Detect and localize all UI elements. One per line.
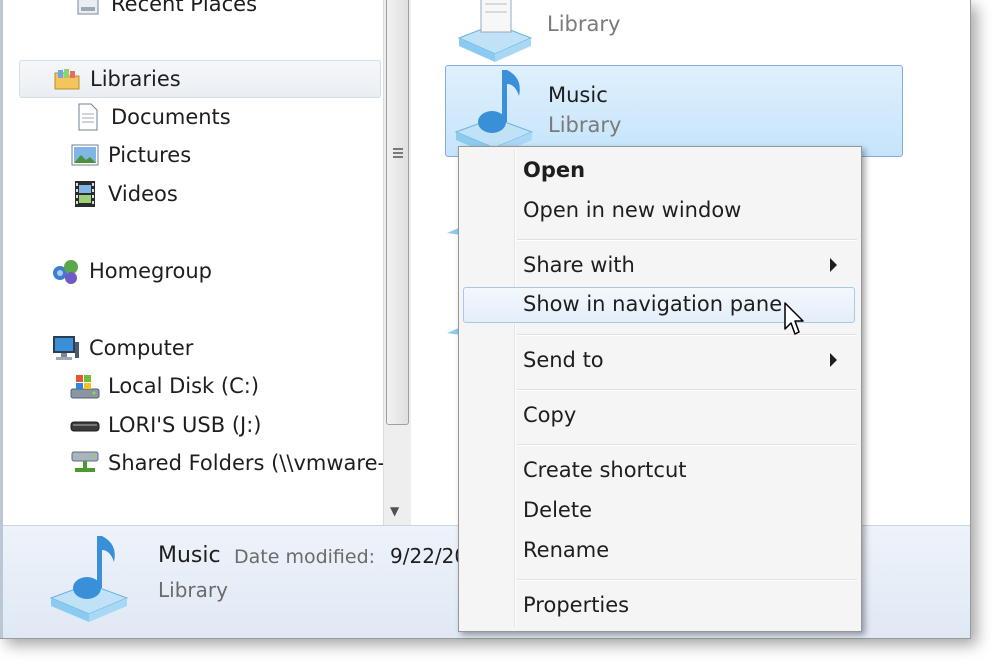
nav-item-computer[interactable]: Computer [51, 330, 193, 366]
menu-label-open: Open [523, 158, 586, 182]
recent-places-icon [73, 0, 103, 19]
details-date-label: Date modified: [234, 546, 376, 568]
network-drive-icon [70, 448, 100, 478]
details-item-type: Library [158, 578, 228, 602]
nav-item-shared-folders[interactable]: Shared Folders (\\vmware-h [70, 445, 383, 481]
nav-item-videos[interactable]: Videos [70, 176, 178, 212]
menu-item-open-new-window[interactable]: Open in new window [463, 193, 855, 227]
menu-label-share-with: Share with [523, 253, 635, 277]
nav-label-homegroup: Homegroup [89, 259, 213, 283]
menu-separator [517, 444, 857, 446]
menu-item-copy[interactable]: Copy [463, 398, 855, 432]
homegroup-icon [51, 256, 81, 286]
scroll-down-arrow-icon[interactable]: ▼ [390, 504, 399, 518]
mouse-pointer-icon [784, 302, 808, 338]
pictures-icon [70, 140, 100, 170]
navigation-pane: Recent Places Libraries Documents Pictur… [3, 0, 383, 525]
nav-label-computer: Computer [89, 336, 194, 360]
nav-label-shared-folders: Shared Folders (\\vmware-h [108, 451, 383, 475]
nav-item-usb-drive[interactable]: LORI'S USB (J:) [70, 407, 261, 443]
details-date-value: 9/22/20 [390, 544, 468, 568]
nav-label-local-disk: Local Disk (C:) [108, 374, 260, 398]
menu-label-properties: Properties [523, 593, 630, 617]
details-item-name: Music [158, 543, 221, 568]
menu-item-properties[interactable]: Properties [463, 588, 855, 622]
nav-item-local-disk[interactable]: Local Disk (C:) [70, 368, 259, 404]
library-tile-music[interactable]: Music Library [445, 65, 903, 157]
menu-item-open[interactable]: Open [463, 153, 855, 187]
menu-separator [517, 239, 857, 241]
computer-icon [51, 333, 81, 363]
menu-separator [517, 579, 857, 581]
nav-item-libraries[interactable]: Libraries [19, 60, 381, 98]
scrollbar-thumb[interactable] [386, 0, 409, 425]
menu-label-show-in-nav: Show in navigation pane [523, 292, 783, 316]
nav-label-documents: Documents [111, 105, 231, 129]
nav-label-libraries: Libraries [90, 67, 181, 91]
music-tile-name: Music [548, 83, 608, 107]
menu-item-rename[interactable]: Rename [463, 533, 855, 567]
menu-separator [517, 389, 857, 391]
submenu-arrow-icon [830, 353, 837, 367]
menu-label-rename: Rename [523, 538, 610, 562]
nav-item-recent-places[interactable]: Recent Places [73, 0, 257, 22]
library-document-icon [451, 0, 539, 70]
nav-label-usb-drive: LORI'S USB (J:) [108, 413, 262, 437]
menu-label-open-new-window: Open in new window [523, 198, 742, 222]
nav-item-pictures[interactable]: Pictures [70, 137, 191, 173]
nav-item-homegroup[interactable]: Homegroup [51, 253, 212, 289]
documents-icon [73, 102, 103, 132]
menu-item-share-with[interactable]: Share with [463, 248, 855, 282]
menu-item-create-shortcut[interactable]: Create shortcut [463, 453, 855, 487]
library-tile-top-type: Library [547, 12, 621, 36]
nav-item-documents[interactable]: Documents [73, 99, 231, 135]
menu-label-send-to: Send to [523, 348, 604, 372]
local-disk-icon [70, 371, 100, 401]
context-menu: Open Open in new window Share with Show … [458, 146, 862, 632]
menu-label-copy: Copy [523, 403, 577, 427]
submenu-arrow-icon [830, 258, 837, 272]
scrollbar-grip-icon [393, 148, 403, 160]
nav-label-pictures: Pictures [108, 143, 192, 167]
menu-item-send-to[interactable]: Send to [463, 343, 855, 377]
nav-pane-scrollbar[interactable]: ▼ [383, 0, 412, 525]
menu-label-delete: Delete [523, 498, 592, 522]
menu-item-delete[interactable]: Delete [463, 493, 855, 527]
details-music-icon [45, 532, 137, 626]
nav-label-videos: Videos [108, 182, 178, 206]
usb-drive-icon [70, 410, 100, 440]
nav-label-recent-places: Recent Places [111, 0, 258, 16]
library-tile-top[interactable]: Library [445, 0, 901, 66]
videos-icon [70, 179, 100, 209]
menu-label-create-shortcut: Create shortcut [523, 458, 687, 482]
libraries-icon [52, 64, 82, 94]
music-tile-type: Library [548, 113, 622, 137]
